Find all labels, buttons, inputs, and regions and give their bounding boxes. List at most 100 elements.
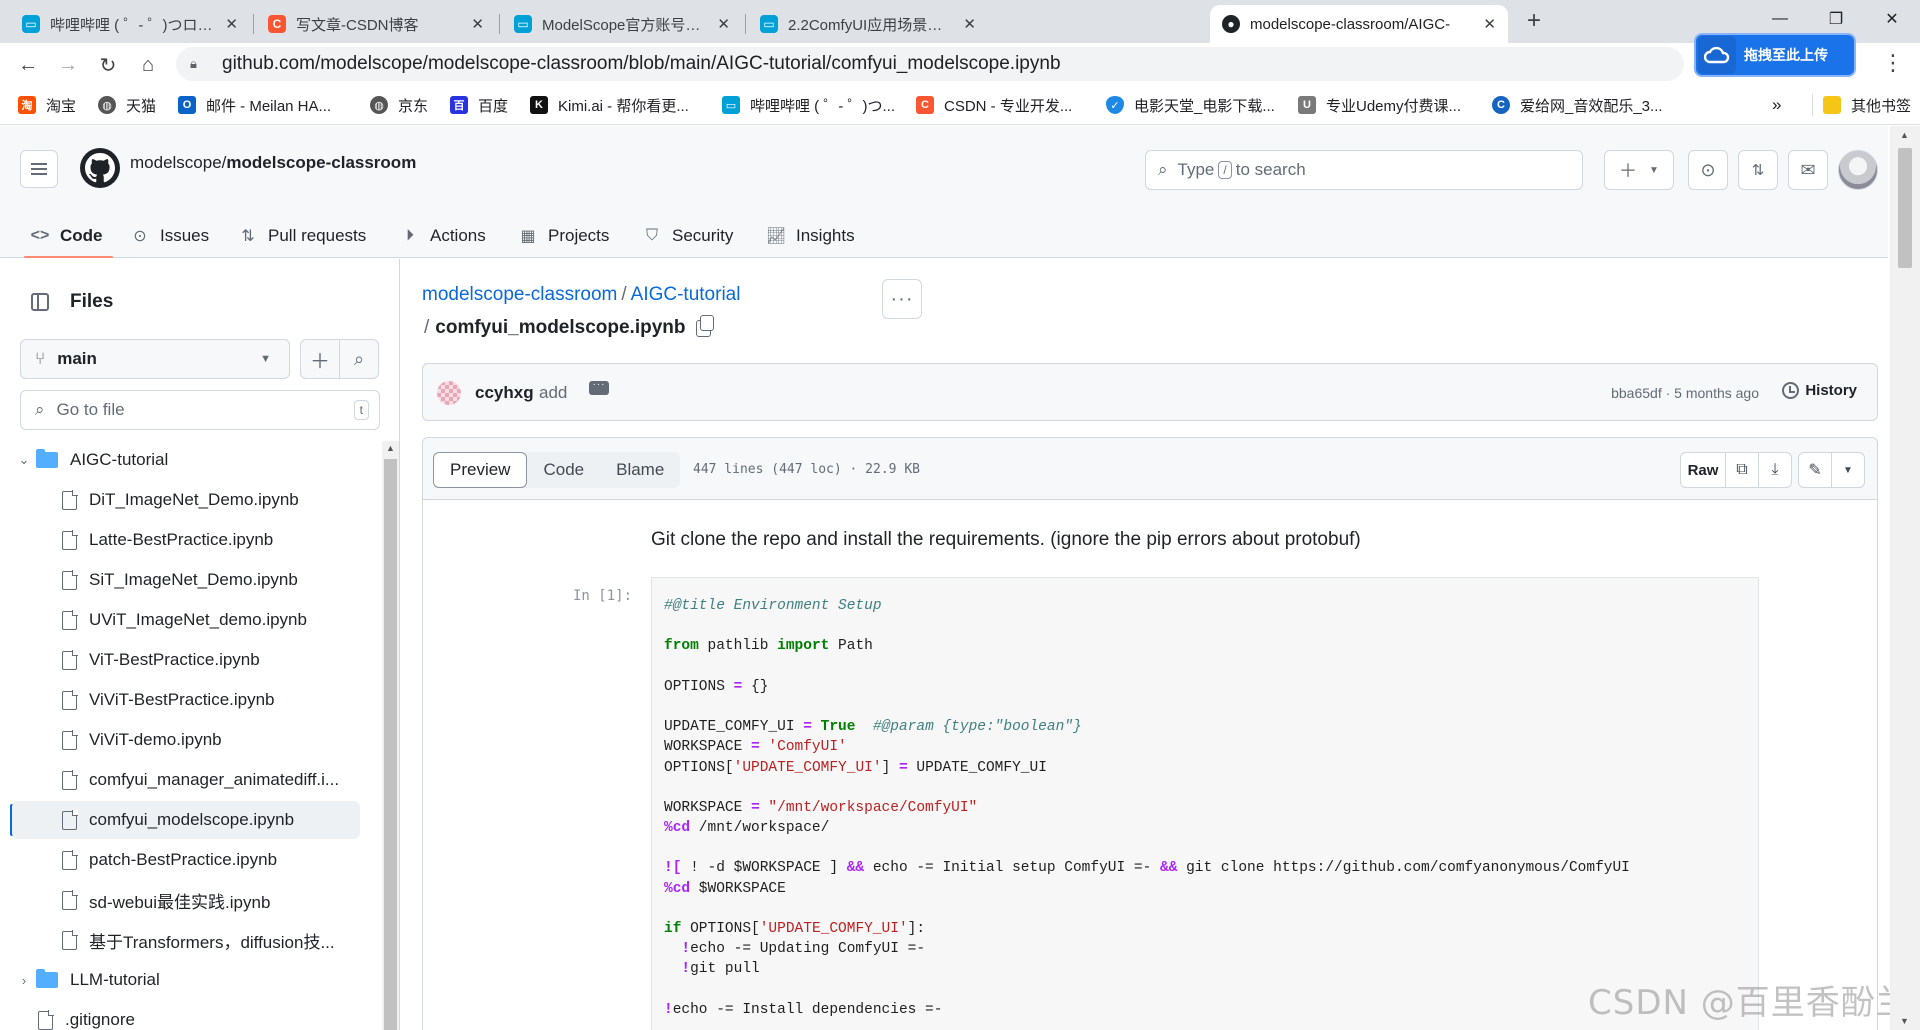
breadcrumb-repo-link[interactable]: modelscope-classroom (422, 284, 617, 305)
home-button[interactable]: ⌂ (132, 49, 164, 81)
tab-title: 写文章-CSDN博客 (296, 16, 419, 34)
author-avatar[interactable] (437, 381, 461, 405)
bookmark-item[interactable]: 百百度 (450, 94, 508, 116)
tree-file[interactable]: DiT_ImageNet_Demo.ipynb (12, 481, 360, 519)
branch-selector[interactable]: ⑂ main ▼ (20, 339, 290, 379)
breadcrumb-dir-link[interactable]: AIGC-tutorial (631, 284, 741, 305)
commit-message[interactable]: add (539, 383, 567, 403)
tab-code-view[interactable]: Code (527, 452, 600, 488)
browser-tab-active[interactable]: ● modelscope-classroom/AIGC- ✕ (1210, 5, 1508, 43)
browser-tab[interactable]: ▭ 2.2ComfyUI应用场景探索_哔哩 ✕ (748, 5, 988, 43)
close-icon[interactable]: ✕ (225, 15, 238, 33)
edit-button[interactable]: ✎ (1798, 452, 1832, 488)
close-icon[interactable]: ✕ (471, 15, 484, 33)
aigei-icon: C (1492, 96, 1510, 114)
commit-meta[interactable]: bba65df · 5 months ago (1611, 385, 1759, 401)
tree-folder[interactable]: › LLM-tutorial (12, 961, 360, 999)
pull-requests-button[interactable]: ⇅ (1738, 150, 1778, 190)
repo-owner-link[interactable]: modelscope (130, 153, 222, 172)
edit-options-button[interactable]: ▼ (1831, 452, 1865, 488)
repo-path: modelscope/modelscope-classroom (130, 153, 417, 172)
tree-file[interactable]: 基于Transformers，diffusion技... (12, 921, 360, 959)
copy-path-icon[interactable] (695, 314, 714, 337)
page-scrollbar[interactable]: ▲ ▼ (1890, 126, 1920, 1030)
bookmark-item[interactable]: ▭ 哔哩哔哩 ( ゜- ゜)つ... (722, 94, 895, 116)
tree-file[interactable]: sd-webui最佳实践.ipynb (12, 881, 360, 919)
commit-author[interactable]: ccyhxg (475, 383, 534, 403)
collapse-sidebar-icon[interactable] (22, 284, 58, 320)
upload-drop-button[interactable]: 拖拽至此上传 (1694, 33, 1856, 77)
tab-actions[interactable]: ⏵ Actions (400, 214, 486, 258)
go-to-file-input[interactable]: ⌕ Go to file t (20, 390, 380, 430)
bookmark-item[interactable]: 淘淘宝 (18, 94, 76, 116)
copy-raw-button[interactable]: ⧉ (1725, 452, 1759, 488)
url-field[interactable]: 🔒︎ github.com/modelscope/modelscope-clas… (176, 47, 1684, 81)
history-button[interactable]: History (1782, 382, 1857, 399)
download-button[interactable]: ⤓ (1758, 452, 1792, 488)
scroll-down-icon[interactable]: ▼ (1900, 1016, 1909, 1026)
tree-file[interactable]: ViT-BestPractice.ipynb (12, 641, 360, 679)
search-input[interactable]: ⌕ Type / to search (1145, 150, 1583, 190)
browser-tab[interactable]: ▭ ModelScope官方账号的个人空间 ✕ (502, 5, 742, 43)
back-button[interactable]: ← (12, 49, 44, 81)
issues-button[interactable]: ⊙ (1688, 150, 1728, 190)
bookmark-item[interactable]: ◍ 京东 (370, 94, 428, 116)
tree-file[interactable]: Latte-BestPractice.ipynb (12, 521, 360, 559)
tree-file[interactable]: patch-BestPractice.ipynb (12, 841, 360, 879)
forward-button[interactable]: → (52, 49, 84, 81)
tab-blame[interactable]: Blame (600, 452, 680, 488)
bookmark-item[interactable]: ◍ 天猫 (98, 94, 156, 116)
tree-file[interactable]: ViViT-BestPractice.ipynb (12, 681, 360, 719)
bookmark-item[interactable]: U 专业Udemy付费课... (1298, 94, 1461, 116)
browser-menu-icon[interactable]: ⋮ (1882, 52, 1904, 74)
tree-file[interactable]: ViViT-demo.ipynb (12, 721, 360, 759)
bookmark-item[interactable]: C 爱给网_音效配乐_3... (1492, 94, 1663, 116)
file-icon (62, 649, 78, 670)
repo-name-link[interactable]: modelscope-classroom (226, 153, 416, 172)
tab-preview[interactable]: Preview (433, 452, 528, 488)
tree-item-label: patch-BestPractice.ipynb (89, 850, 278, 869)
bookmark-item[interactable]: C CSDN - 专业开发... (916, 94, 1072, 116)
scrollbar-thumb[interactable] (384, 459, 397, 1030)
tab-issues[interactable]: ⊙ Issues (130, 214, 209, 258)
tree-folder[interactable]: ⌄ AIGC-tutorial (12, 441, 360, 479)
bookmark-item[interactable]: O 邮件 - Meilan HA... (178, 94, 331, 116)
close-icon[interactable]: ✕ (717, 15, 730, 33)
tab-security[interactable]: ⛉ Security (642, 214, 733, 258)
create-new-button[interactable]: ＋ ▼ (1604, 150, 1674, 190)
scroll-up-icon[interactable]: ▲ (386, 443, 395, 453)
tab-pull-requests[interactable]: ⇅ Pull requests (238, 214, 366, 258)
tab-code[interactable]: <> Code (24, 214, 112, 258)
close-icon[interactable]: ✕ (963, 15, 976, 33)
tab-projects[interactable]: ▦ Projects (518, 214, 609, 258)
lock-icon[interactable]: 🔒︎ (190, 56, 210, 72)
search-files-button[interactable]: ⌕ (339, 339, 379, 379)
other-bookmarks[interactable]: 其他书签 (1812, 94, 1911, 116)
tree-file[interactable]: .gitignore (12, 1001, 360, 1030)
bookmark-item[interactable]: K Kimi.ai - 帮你看更... (530, 94, 689, 116)
tree-file-selected[interactable]: comfyui_modelscope.ipynb (12, 801, 360, 839)
close-window-button[interactable]: ✕ (1864, 0, 1920, 38)
inbox-button[interactable]: ✉ (1788, 150, 1828, 190)
bookmarks-overflow-button[interactable]: » (1772, 94, 1781, 116)
github-logo-icon[interactable] (80, 148, 120, 188)
hamburger-menu-button[interactable] (20, 150, 58, 188)
new-tab-button[interactable]: + (1518, 5, 1550, 37)
tree-file[interactable]: comfyui_manager_animatediff.i... (12, 761, 360, 799)
user-avatar[interactable] (1838, 150, 1878, 190)
tree-file[interactable]: UViT_ImageNet_demo.ipynb (12, 601, 360, 639)
close-icon[interactable]: ✕ (1483, 15, 1496, 33)
browser-tab[interactable]: C 写文章-CSDN博客 ✕ (256, 5, 496, 43)
tree-file[interactable]: SiT_ImageNet_Demo.ipynb (12, 561, 360, 599)
reload-button[interactable]: ↻ (92, 49, 124, 81)
more-options-button[interactable]: ··· (882, 279, 922, 319)
sidebar-scrollbar[interactable]: ▲ (382, 441, 399, 1030)
scroll-up-icon[interactable]: ▲ (1900, 130, 1909, 140)
bookmark-item[interactable]: ✓ 电影天堂_电影下载... (1106, 94, 1275, 116)
browser-tab[interactable]: ▭ 哔哩哔哩 ( ゜- ゜)つロ 干杯~-bili ✕ (10, 5, 250, 43)
raw-button[interactable]: Raw (1680, 452, 1726, 488)
tab-insights[interactable]: 📈︎ Insights (766, 214, 855, 258)
scrollbar-thumb[interactable] (1898, 148, 1912, 268)
add-file-button[interactable]: ＋ (300, 339, 340, 379)
commit-expand-icon[interactable]: ··· (589, 380, 609, 395)
